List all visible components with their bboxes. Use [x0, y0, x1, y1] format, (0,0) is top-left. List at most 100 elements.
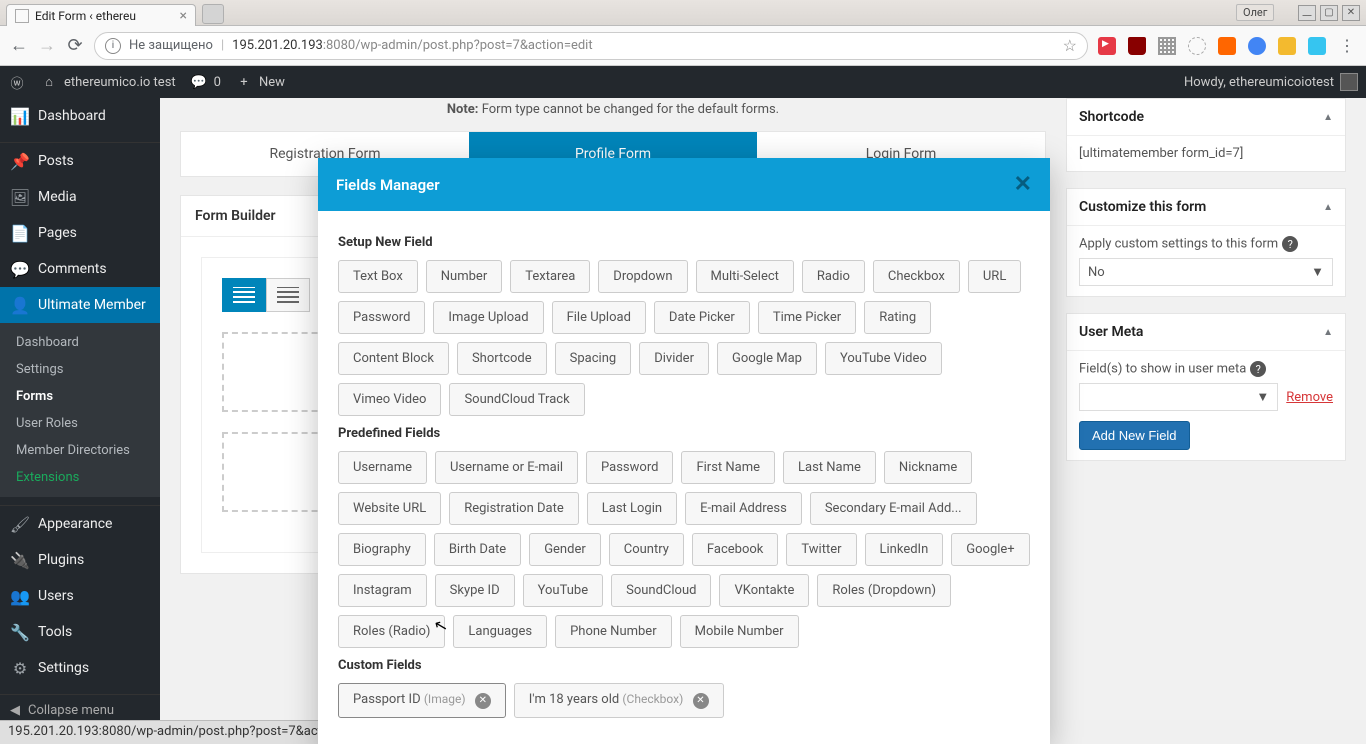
predef-field-button[interactable]: Biography [338, 533, 426, 566]
help-icon[interactable]: ? [1282, 236, 1298, 252]
bookmark-star-icon[interactable]: ☆ [1063, 36, 1077, 55]
predef-field-button[interactable]: VKontakte [719, 574, 809, 607]
predef-field-button[interactable]: Password [586, 451, 673, 484]
os-close[interactable]: ✕ [1342, 5, 1360, 21]
predef-field-button[interactable]: Skype ID [435, 574, 515, 607]
submenu-forms[interactable]: Forms [0, 383, 160, 410]
predef-field-button[interactable]: E-mail Address [685, 492, 802, 525]
predef-field-button[interactable]: Twitter [786, 533, 856, 566]
predef-field-button[interactable]: Mobile Number [680, 615, 799, 648]
predef-field-button[interactable]: SoundCloud [611, 574, 711, 607]
howdy-user[interactable]: Howdy, ethereumicoiotest [1184, 73, 1358, 91]
predef-field-button[interactable]: Instagram [338, 574, 427, 607]
menu-media[interactable]: 🖼Media [0, 179, 160, 215]
predef-field-button[interactable]: Last Login [587, 492, 677, 525]
predef-field-button[interactable]: LinkedIn [865, 533, 944, 566]
menu-posts[interactable]: 📌Posts [0, 143, 160, 179]
customize-select[interactable]: No▼ [1079, 258, 1333, 286]
predef-field-button[interactable]: Website URL [338, 492, 441, 525]
site-link[interactable]: ⌂ethereumico.io test [40, 73, 176, 91]
field-type-button[interactable]: File Upload [552, 301, 646, 334]
url-bar[interactable]: i Не защищено | 195.201.20.193:8080/wp-a… [94, 32, 1088, 60]
predef-field-button[interactable]: Languages [453, 615, 547, 648]
field-type-button[interactable]: Date Picker [654, 301, 750, 334]
help-icon[interactable]: ? [1250, 361, 1266, 377]
new-link[interactable]: +New [235, 73, 285, 91]
custom-field-passport[interactable]: Passport ID (Image) ✕ [338, 683, 506, 718]
field-type-button[interactable]: SoundCloud Track [449, 383, 584, 416]
row-layout-full[interactable] [222, 278, 266, 312]
collapse-menu[interactable]: ◀Collapse menu [0, 694, 160, 720]
field-type-button[interactable]: Text Box [338, 260, 418, 293]
reload-button[interactable]: ⟳ [66, 37, 84, 55]
v-ext-icon[interactable] [1248, 37, 1266, 55]
menu-settings[interactable]: ⚙Settings [0, 650, 160, 686]
toggle-icon[interactable]: ▲ [1323, 327, 1333, 338]
remove-field-icon[interactable]: ✕ [693, 693, 709, 709]
predef-field-button[interactable]: Google+ [951, 533, 1029, 566]
field-type-button[interactable]: Google Map [717, 342, 817, 375]
ublock-ext-icon[interactable] [1128, 37, 1146, 55]
toggle-icon[interactable]: ▲ [1323, 202, 1333, 213]
youtube-ext-icon[interactable] [1098, 37, 1116, 55]
menu-tools[interactable]: 🔧Tools [0, 614, 160, 650]
field-type-button[interactable]: Divider [639, 342, 709, 375]
field-type-button[interactable]: Spacing [555, 342, 632, 375]
os-maximize[interactable]: ▢ [1320, 5, 1338, 21]
field-type-button[interactable]: Image Upload [433, 301, 543, 334]
row-layout-split[interactable] [266, 278, 310, 312]
predef-field-button[interactable]: Phone Number [555, 615, 672, 648]
info-icon[interactable]: i [105, 38, 121, 54]
s-ext-icon[interactable] [1308, 37, 1326, 55]
submenu-extensions[interactable]: Extensions [0, 464, 160, 491]
tab-close[interactable]: × [180, 8, 187, 24]
predef-field-button[interactable]: Username [338, 451, 427, 484]
submenu-userroles[interactable]: User Roles [0, 410, 160, 437]
submenu-dashboard[interactable]: Dashboard [0, 329, 160, 356]
predef-field-button[interactable]: Registration Date [449, 492, 579, 525]
field-type-button[interactable]: Checkbox [873, 260, 960, 293]
predef-field-button[interactable]: First Name [681, 451, 775, 484]
back-button[interactable]: ← [10, 37, 28, 55]
predef-field-button[interactable]: Roles (Dropdown) [817, 574, 951, 607]
usermeta-select[interactable]: ▼ [1079, 383, 1278, 411]
dashed-ext-icon[interactable] [1188, 37, 1206, 55]
submenu-settings[interactable]: Settings [0, 356, 160, 383]
predef-field-button[interactable]: Birth Date [434, 533, 521, 566]
predef-field-button[interactable]: Nickname [884, 451, 972, 484]
submenu-memberdir[interactable]: Member Directories [0, 437, 160, 464]
browser-menu-icon[interactable]: ⋮ [1338, 37, 1356, 55]
field-type-button[interactable]: Password [338, 301, 425, 334]
field-type-button[interactable]: Multi-Select [696, 260, 794, 293]
predef-field-button[interactable]: Facebook [692, 533, 778, 566]
add-new-field-button[interactable]: Add New Field [1079, 421, 1190, 450]
predef-field-button[interactable]: Last Name [783, 451, 876, 484]
predef-field-button[interactable]: Gender [529, 533, 601, 566]
field-type-button[interactable]: Number [426, 260, 502, 293]
field-type-button[interactable]: YouTube Video [825, 342, 942, 375]
grid-ext-icon[interactable] [1158, 37, 1176, 55]
browser-tab[interactable]: Edit Form ‹ ethereu × [6, 4, 196, 26]
predef-field-button[interactable]: Roles (Radio) [338, 615, 445, 648]
menu-dashboard[interactable]: 📊Dashboard [0, 98, 160, 134]
menu-users[interactable]: 👥Users [0, 578, 160, 614]
menu-pages[interactable]: 📄Pages [0, 215, 160, 251]
modal-close-button[interactable]: ✕ [1014, 172, 1032, 197]
field-type-button[interactable]: Radio [802, 260, 865, 293]
new-tab-button[interactable] [202, 4, 224, 24]
menu-appearance[interactable]: 🖌Appearance [0, 506, 160, 542]
field-type-button[interactable]: Textarea [510, 260, 590, 293]
field-type-button[interactable]: Time Picker [758, 301, 856, 334]
comments-link[interactable]: 💬0 [190, 73, 221, 91]
field-type-button[interactable]: URL [968, 260, 1021, 293]
predef-field-button[interactable]: Secondary E-mail Add... [810, 492, 977, 525]
custom-field-18years[interactable]: I'm 18 years old (Checkbox) ✕ [514, 683, 724, 718]
remove-link[interactable]: Remove [1286, 390, 1333, 405]
os-minimize[interactable]: __ [1298, 5, 1316, 21]
binance-ext-icon[interactable] [1278, 37, 1296, 55]
metamask-ext-icon[interactable] [1218, 37, 1236, 55]
predef-field-button[interactable]: Username or E-mail [435, 451, 578, 484]
remove-field-icon[interactable]: ✕ [475, 693, 491, 709]
wp-logo[interactable]: ⓦ [8, 73, 26, 91]
menu-ultimate-member[interactable]: 👤Ultimate Member [0, 287, 160, 323]
